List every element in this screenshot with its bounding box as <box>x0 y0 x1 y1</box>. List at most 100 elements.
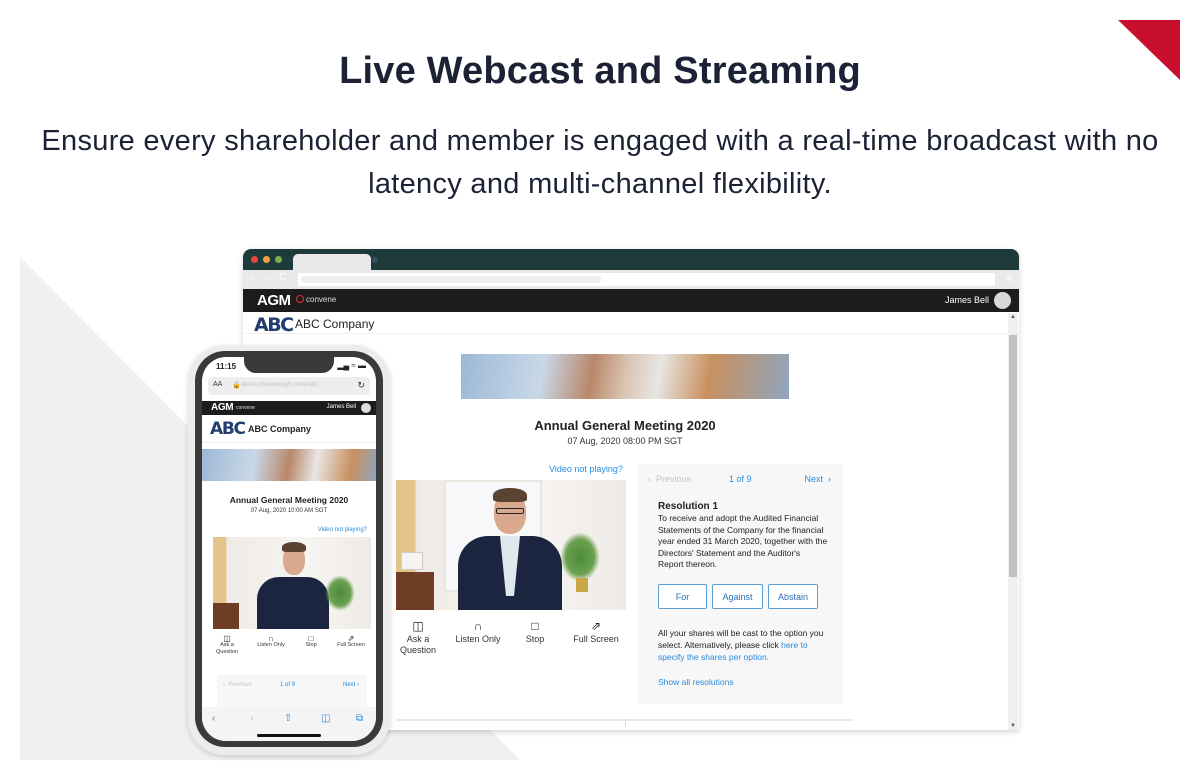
mobile-listen-only-button[interactable]: ∩ Listen Only <box>251 635 291 649</box>
tabs-icon[interactable]: ⧉ <box>356 713 363 724</box>
headphones-icon: ∩ <box>473 619 483 633</box>
voting-panel: ‹ Previous 1 of 9 Next › Resolution 1 To… <box>638 464 843 704</box>
stop-icon: □ <box>308 634 314 643</box>
convene-icon <box>296 295 304 303</box>
speaker-hair <box>493 488 527 502</box>
headphones-icon: ∩ <box>268 634 274 643</box>
lock-icon: 🔒 <box>232 382 241 389</box>
full-screen-button[interactable]: ⇗ Full Screen <box>566 619 626 645</box>
close-window-icon[interactable] <box>251 256 258 263</box>
stop-label: Stop <box>525 634 545 644</box>
reload-icon[interactable]: C <box>279 272 286 283</box>
share-icon[interactable]: ⇧ <box>284 713 292 724</box>
mobile-next-button[interactable]: Next › <box>343 682 359 688</box>
mobile-video-plant <box>325 575 355 611</box>
mobile-previous-button[interactable]: ‹ Previous <box>223 682 252 688</box>
mobile-user-name[interactable]: James Bell <box>327 404 356 410</box>
address-bar[interactable] <box>298 273 995 286</box>
mobile-phone-mockup: 11:15 ▂▄ ≈ ▬ AA 🔒 demo.conveneagm.com/AB… <box>188 345 390 755</box>
company-name: ABC Company <box>295 317 375 331</box>
video-scene-dresser <box>396 572 434 610</box>
speaker-glasses <box>496 508 524 514</box>
safari-forward-icon[interactable]: › <box>250 713 253 724</box>
mobile-meeting-banner <box>202 449 376 481</box>
previous-label: Previous <box>656 474 692 484</box>
video-scene-plant <box>560 532 600 582</box>
scroll-down-icon[interactable]: ▼ <box>1010 723 1016 729</box>
vote-against-button[interactable]: Against <box>712 584 763 609</box>
forward-arrow-icon[interactable]: → <box>263 272 273 283</box>
mobile-company-name: ABC Company <box>248 424 312 434</box>
vote-for-button[interactable]: For <box>658 584 707 609</box>
mobile-video-player[interactable] <box>213 537 371 629</box>
mobile-full-screen-button[interactable]: ⇗ Full Screen <box>331 635 371 649</box>
question-bubble-icon: ◫ <box>412 619 424 633</box>
text-size-button[interactable]: AA <box>213 381 222 388</box>
agm-logo[interactable]: AGM <box>257 292 291 309</box>
video-controls: ◫ Ask a Question ∩ Listen Only □ Stop ⇗ … <box>396 619 626 661</box>
next-label: Next <box>804 474 823 484</box>
mobile-agm-logo[interactable]: AGM <box>211 402 234 413</box>
mobile-meeting-title: Annual General Meeting 2020 <box>229 495 349 505</box>
mobile-ask-label-1: Ask a <box>220 642 234 648</box>
resolution-title: Resolution 1 <box>658 501 719 512</box>
status-time: 11:15 <box>216 362 237 371</box>
mobile-reload-icon[interactable]: ↻ <box>357 380 365 391</box>
back-arrow-icon[interactable]: ← <box>249 272 259 283</box>
resolution-counter: 1 of 9 <box>729 474 752 484</box>
minimize-window-icon[interactable] <box>263 256 270 263</box>
convene-brand: convene <box>296 295 336 304</box>
video-scene-frame <box>401 552 423 570</box>
mobile-company-logo: ABC <box>210 419 246 439</box>
maximize-window-icon[interactable] <box>275 256 282 263</box>
meeting-banner-image <box>461 354 789 399</box>
user-avatar-icon[interactable] <box>994 292 1011 309</box>
browser-tab[interactable] <box>293 254 371 270</box>
video-not-playing-link[interactable]: Video not playing? <box>549 464 623 474</box>
question-bubble-icon: ◫ <box>223 634 231 643</box>
signal-icon: ▂▄ <box>337 361 350 370</box>
wifi-icon: ≈ <box>351 361 356 370</box>
scroll-up-icon[interactable]: ▲ <box>1010 314 1016 320</box>
mobile-resolution-counter: 1 of 9 <box>280 682 296 688</box>
mobile-video-not-playing-link[interactable]: Video not playing? <box>318 527 367 533</box>
mobile-convene-brand: convene <box>236 405 255 411</box>
next-resolution-button[interactable]: Next › <box>804 474 831 484</box>
mobile-address-bar[interactable]: AA 🔒 demo.conveneagm.com/ABC ↻ <box>208 377 370 395</box>
content-divider-tick <box>625 719 626 727</box>
vote-note: All your shares will be cast to the opti… <box>658 627 833 663</box>
ask-question-button[interactable]: ◫ Ask a Question <box>396 619 440 656</box>
company-bar: ABC ABC Company <box>243 312 1019 336</box>
show-all-resolutions-link[interactable]: Show all resolutions <box>658 677 734 687</box>
mobile-stop-button[interactable]: □ Stop <box>301 635 321 649</box>
fullscreen-icon: ⇗ <box>347 634 355 643</box>
mobile-video-dresser <box>213 603 239 629</box>
stop-icon: □ <box>531 619 539 633</box>
safari-back-icon[interactable]: ‹ <box>212 713 215 724</box>
home-indicator[interactable] <box>257 734 321 737</box>
page-subtitle: Ensure every shareholder and member is e… <box>41 125 1159 200</box>
mobile-next-label: Next <box>342 682 356 688</box>
vote-abstain-button[interactable]: Abstain <box>768 584 818 609</box>
listen-only-button[interactable]: ∩ Listen Only <box>450 619 506 645</box>
full-screen-label: Full Screen <box>573 634 619 644</box>
scrollbar-thumb[interactable] <box>1009 335 1017 577</box>
mobile-previous-label: Previous <box>228 682 252 688</box>
previous-resolution-button[interactable]: ‹ Previous <box>648 474 691 484</box>
convene-label: convene <box>306 295 337 304</box>
meeting-date: 07 Aug, 2020 08:00 PM SGT <box>567 436 683 446</box>
hamburger-menu-icon[interactable]: ≡ <box>1006 271 1013 285</box>
stop-button[interactable]: □ Stop <box>520 619 550 645</box>
bookmarks-icon[interactable]: ◫ <box>321 713 330 724</box>
mobile-user-avatar-icon[interactable] <box>361 403 371 413</box>
phone-screen: 11:15 ▂▄ ≈ ▬ AA 🔒 demo.conveneagm.com/AB… <box>202 357 376 741</box>
mobile-video-controls: ◫ Ask a Question ∩ Listen Only □ Stop ⇗ … <box>213 635 371 665</box>
mobile-ask-question-button[interactable]: ◫ Ask a Question <box>213 635 241 656</box>
new-tab-icon[interactable] <box>372 257 378 263</box>
mobile-url: demo.conveneagm.com/ABC <box>241 382 320 388</box>
mobile-stop-label: Stop <box>305 642 317 648</box>
page-scrollbar[interactable]: ▲ ▼ <box>1008 313 1018 730</box>
fullscreen-icon: ⇗ <box>590 619 602 633</box>
user-name[interactable]: James Bell <box>945 295 989 305</box>
webcast-video-player[interactable] <box>396 480 626 610</box>
